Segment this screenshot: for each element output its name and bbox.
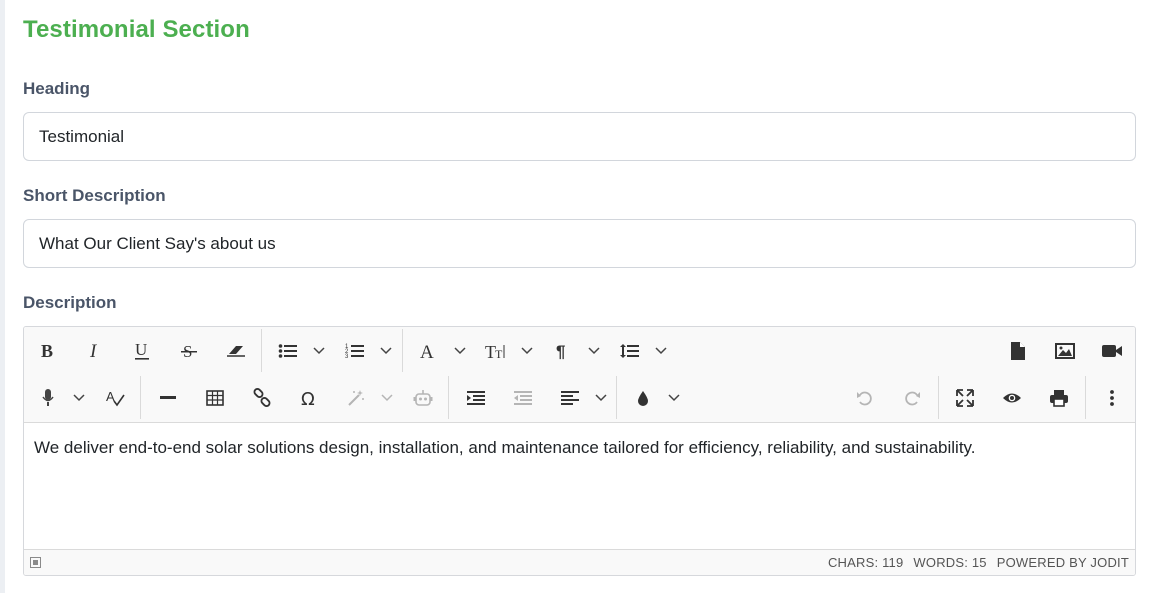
spellcheck-icon[interactable]: A	[103, 384, 127, 412]
chevron-down-icon[interactable]	[311, 337, 327, 365]
chevron-down-icon[interactable]	[653, 337, 669, 365]
line-height-icon[interactable]	[618, 337, 642, 365]
table-icon[interactable]	[203, 384, 227, 412]
chevron-down-icon[interactable]	[71, 384, 87, 412]
strikethrough-icon[interactable]: S	[177, 337, 201, 365]
unordered-list-icon[interactable]	[276, 337, 300, 365]
toolbar-separator	[616, 376, 617, 419]
toolbar-separator	[402, 329, 403, 372]
svg-text:Ω: Ω	[301, 389, 315, 407]
file-icon[interactable]	[1006, 337, 1030, 365]
toolbar-separator	[1085, 376, 1086, 419]
short-description-input[interactable]	[23, 219, 1136, 268]
robot-icon[interactable]	[411, 384, 435, 412]
indent-icon[interactable]	[464, 384, 488, 412]
underline-icon[interactable]: U	[130, 337, 154, 365]
redo-icon[interactable]	[900, 384, 924, 412]
svg-text:T: T	[495, 347, 503, 360]
editor-statusbar: CHARS: 119 WORDS: 15 POWERED BY JODIT	[24, 549, 1135, 575]
microphone-icon[interactable]	[36, 384, 60, 412]
align-left-icon[interactable]	[558, 384, 582, 412]
more-vertical-icon[interactable]	[1100, 384, 1124, 412]
heading-label: Heading	[23, 79, 91, 98]
horizontal-rule-icon[interactable]	[156, 384, 180, 412]
outdent-icon[interactable]	[511, 384, 535, 412]
svg-text:A: A	[420, 342, 434, 360]
symbol-icon[interactable]: Ω	[297, 384, 321, 412]
powered-by-link[interactable]: POWERED BY JODIT	[997, 555, 1129, 570]
italic-icon[interactable]: I	[83, 337, 107, 365]
paragraph-icon[interactable]: ¶	[551, 337, 575, 365]
toolbar-separator	[938, 376, 939, 419]
chevron-down-icon[interactable]	[593, 384, 609, 412]
editor-content[interactable]: We deliver end-to-end solar solutions de…	[24, 423, 1135, 550]
fullsize-icon[interactable]	[953, 384, 977, 412]
magic-wand-icon[interactable]	[344, 384, 368, 412]
description-label: Description	[23, 293, 117, 312]
eraser-icon[interactable]	[224, 337, 248, 365]
image-icon[interactable]	[1053, 337, 1077, 365]
chevron-down-icon[interactable]	[519, 337, 535, 365]
char-count: CHARS: 119	[827, 555, 904, 570]
font-icon[interactable]: A	[417, 337, 441, 365]
svg-text:¶: ¶	[556, 342, 565, 360]
left-border	[0, 0, 5, 593]
svg-text:B: B	[41, 342, 53, 360]
description-editor: B I U S 123	[23, 326, 1136, 576]
bold-icon[interactable]: B	[36, 337, 60, 365]
resize-handle-icon[interactable]	[30, 557, 41, 568]
short-description-label: Short Description	[23, 186, 166, 205]
chevron-down-icon[interactable]	[379, 384, 395, 412]
chevron-down-icon[interactable]	[666, 384, 682, 412]
video-icon[interactable]	[1100, 337, 1124, 365]
editor-toolbar: B I U S 123	[24, 327, 1135, 423]
chevron-down-icon[interactable]	[586, 337, 602, 365]
undo-icon[interactable]	[853, 384, 877, 412]
print-icon[interactable]	[1047, 384, 1071, 412]
toolbar-separator	[261, 329, 262, 372]
word-count: WORDS: 15	[913, 555, 987, 570]
toolbar-separator	[448, 376, 449, 419]
link-icon[interactable]	[250, 384, 274, 412]
heading-input[interactable]	[23, 112, 1136, 161]
svg-text:U: U	[135, 341, 147, 359]
section-title: Testimonial Section	[23, 16, 250, 43]
toolbar-row-2: A Ω	[24, 374, 1135, 421]
svg-text:3: 3	[345, 354, 349, 360]
chevron-down-icon[interactable]	[452, 337, 468, 365]
svg-text:I: I	[89, 342, 98, 360]
ink-drop-icon[interactable]	[631, 384, 655, 412]
eye-icon[interactable]	[1000, 384, 1024, 412]
toolbar-separator	[140, 376, 141, 419]
ordered-list-icon[interactable]: 123	[343, 337, 367, 365]
font-size-icon[interactable]: TT	[484, 337, 508, 365]
toolbar-row-1: B I U S 123	[24, 327, 1135, 374]
chevron-down-icon[interactable]	[378, 337, 394, 365]
